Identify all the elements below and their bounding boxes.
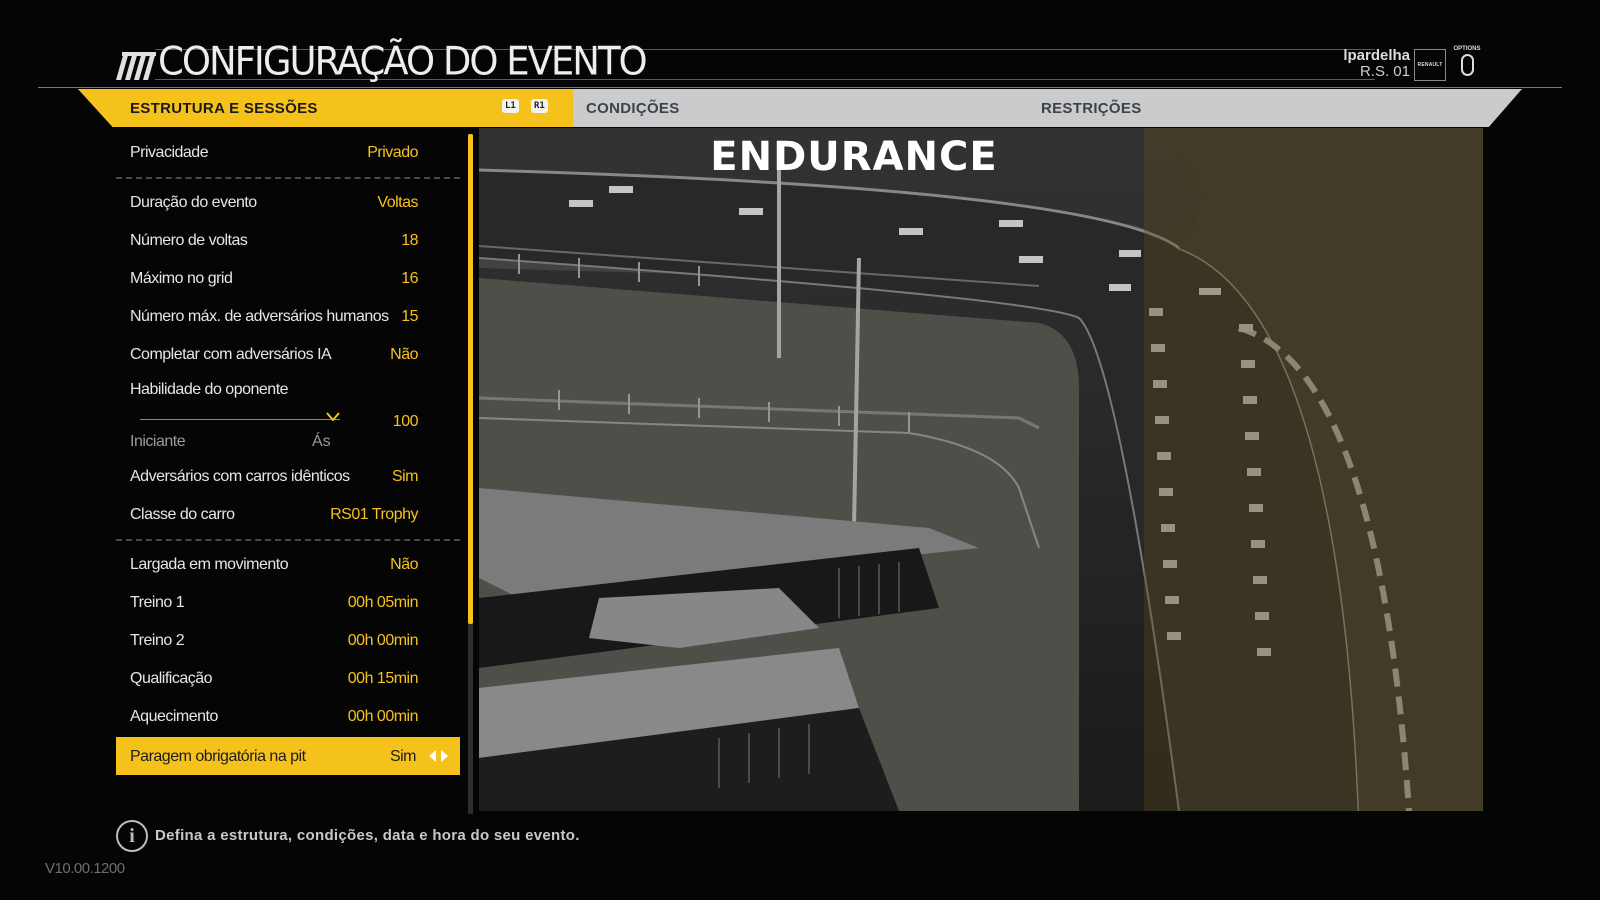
settings-list: Privacidade Privado Duração do evento Vo… <box>116 133 460 775</box>
setting-practice-1[interactable]: Treino 1 00h 05min <box>116 583 460 621</box>
setting-label: Largada em movimento <box>130 556 289 573</box>
setting-identical-cars[interactable]: Adversários com carros idênticos Sim <box>116 457 460 495</box>
header-divider <box>38 87 1562 88</box>
track-preview-image: ENDURANCE <box>479 128 1483 811</box>
setting-max-humans[interactable]: Número máx. de adversários humanos 15 <box>116 297 460 335</box>
options-button-icon <box>1460 54 1474 76</box>
setting-label: Completar com adversários IA <box>130 346 332 363</box>
setting-car-class[interactable]: Classe do carro RS01 Trophy <box>116 495 460 533</box>
setting-qualifying[interactable]: Qualificação 00h 15min <box>116 659 460 697</box>
setting-value: Sim <box>391 468 419 485</box>
stripes-logo-icon <box>116 52 156 80</box>
setting-value: 00h 15min <box>347 670 419 687</box>
setting-label: Classe do carro <box>130 506 235 523</box>
tab-bar: ESTRUTURA E SESSÕES L1 R1 CONDIÇÕES REST… <box>78 89 1522 127</box>
setting-label: Número de voltas <box>130 232 248 249</box>
slider-chevron-icon[interactable] <box>326 412 340 422</box>
setting-value: 18 <box>401 232 418 249</box>
info-icon: i <box>116 820 148 852</box>
options-hint[interactable]: OPTIONS <box>1452 46 1482 76</box>
arrow-left-icon[interactable] <box>429 750 436 762</box>
setting-practice-2[interactable]: Treino 2 00h 00min <box>116 621 460 659</box>
setting-label: Adversários com carros idênticos <box>130 468 350 485</box>
preview-title: ENDURANCE <box>710 134 998 180</box>
section-divider <box>116 177 460 179</box>
setting-fill-ai[interactable]: Completar com adversários IA Não <box>116 335 460 373</box>
setting-value: 00h 05min <box>347 594 419 611</box>
options-label: OPTIONS <box>1453 46 1481 52</box>
setting-label: Qualificação <box>130 670 213 687</box>
setting-value: 00h 00min <box>347 632 419 649</box>
skill-slider[interactable] <box>140 412 340 422</box>
track-aerial-illustration <box>479 128 1483 811</box>
brand-badge: RENAULT <box>1414 49 1446 81</box>
setting-label: Habilidade do oponente <box>130 381 289 398</box>
page-title: CONFIGURAÇÃO DO EVENTO <box>158 38 648 85</box>
setting-value: Não <box>390 556 418 573</box>
setting-warmup[interactable]: Aquecimento 00h 00min <box>116 697 460 735</box>
scrollbar-thumb[interactable] <box>468 134 473 624</box>
setting-value: Voltas <box>377 194 418 211</box>
setting-laps[interactable]: Número de voltas 18 <box>116 221 460 259</box>
tab-conditions[interactable]: CONDIÇÕES <box>586 100 680 117</box>
player-profile: lpardelha R.S. 01 <box>1343 48 1410 80</box>
setting-mandatory-pit[interactable]: Paragem obrigatória na pit Sim <box>116 737 460 775</box>
setting-grid-max[interactable]: Máximo no grid 16 <box>116 259 460 297</box>
profile-car: R.S. 01 <box>1359 63 1410 80</box>
skill-max-label: Ás <box>312 433 331 450</box>
setting-value: 100 <box>392 413 419 430</box>
r1-button-icon: R1 <box>531 99 548 113</box>
skill-min-label: Iniciante <box>130 433 186 450</box>
arrow-right-icon[interactable] <box>441 750 448 762</box>
tab-structure-sessions-label: ESTRUTURA E SESSÕES <box>130 100 318 117</box>
setting-label: Treino 1 <box>130 594 185 611</box>
setting-rolling-start[interactable]: Largada em movimento Não <box>116 545 460 583</box>
setting-value: RS01 Trophy <box>330 506 418 523</box>
setting-event-duration[interactable]: Duração do evento Voltas <box>116 183 460 221</box>
setting-label: Paragem obrigatória na pit <box>130 748 306 765</box>
setting-opponent-skill[interactable]: Habilidade do oponente Iniciante Ás 100 <box>116 381 460 461</box>
setting-label: Duração do evento <box>130 194 257 211</box>
profile-name: lpardelha <box>1343 47 1410 64</box>
setting-label: Aquecimento <box>130 708 218 725</box>
setting-value: 15 <box>401 308 418 325</box>
setting-label: Privacidade <box>130 144 209 161</box>
setting-value: Não <box>390 346 418 363</box>
tab-restrictions[interactable]: RESTRIÇÕES <box>1041 100 1142 117</box>
setting-label: Máximo no grid <box>130 270 233 287</box>
version-label: V10.00.1200 <box>45 860 125 877</box>
setting-value: 00h 00min <box>347 708 419 725</box>
setting-label: Número máx. de adversários humanos <box>130 308 389 325</box>
setting-value: 16 <box>401 270 418 287</box>
setting-privacy[interactable]: Privacidade Privado <box>116 133 460 171</box>
l1-button-icon: L1 <box>502 99 519 113</box>
setting-value: Privado <box>367 144 418 161</box>
section-divider <box>116 539 460 541</box>
setting-label: Treino 2 <box>130 632 185 649</box>
settings-scrollbar[interactable] <box>468 134 473 814</box>
setting-value: Sim <box>389 748 417 765</box>
help-text: Defina a estrutura, condições, data e ho… <box>155 827 580 844</box>
